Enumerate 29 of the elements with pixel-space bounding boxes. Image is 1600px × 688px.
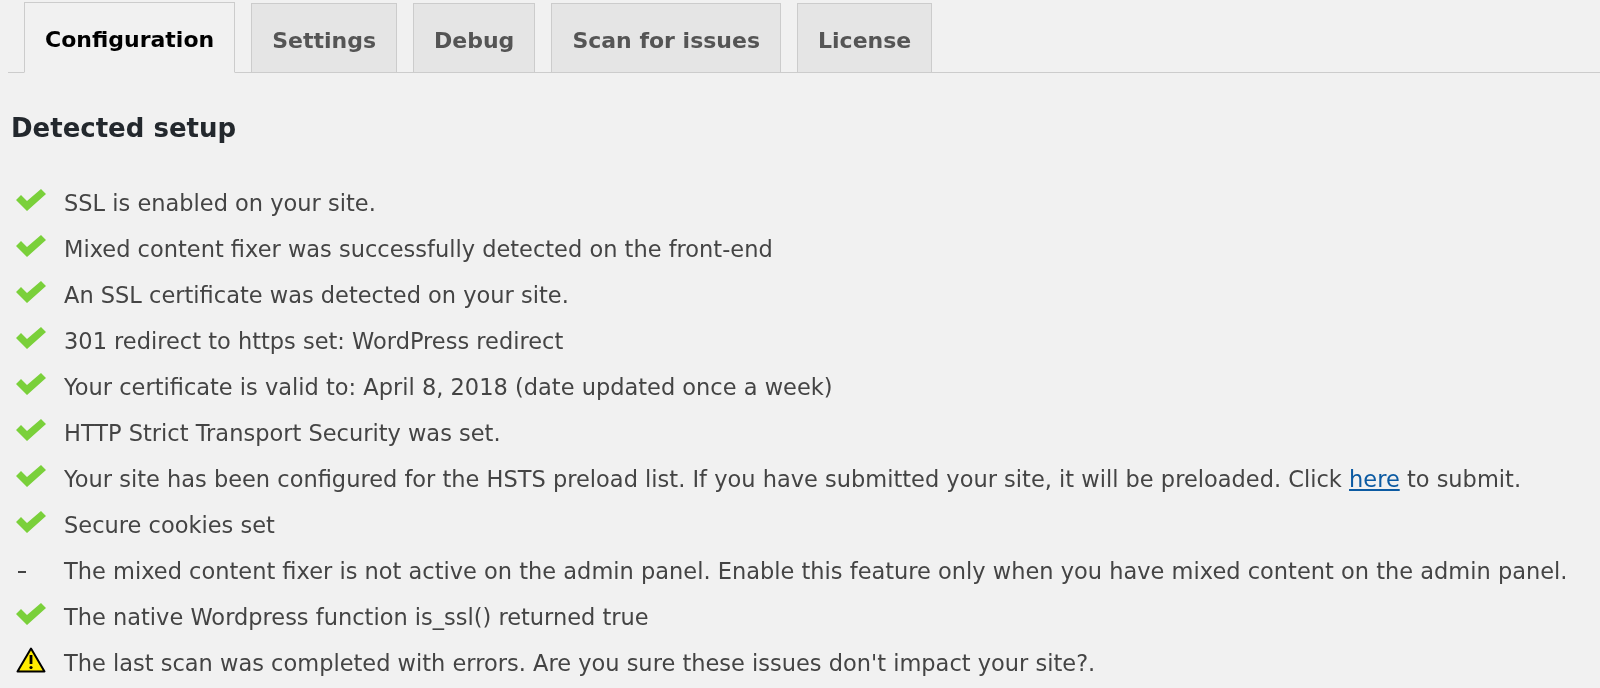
check-message: Your site has been configured for the HSTS preload list. If you have submitted your site, it will be preloaded. Click here to submit. (64, 466, 1522, 492)
tab[interactable]: Debug (413, 3, 536, 72)
check-icon (16, 189, 46, 211)
warning-icon (16, 647, 46, 673)
check-message: 301 redirect to https set: WordPress redirect (64, 328, 564, 354)
tab[interactable]: Scan for issues (551, 3, 782, 72)
check-icon (16, 327, 46, 349)
check-icon (16, 603, 46, 625)
section-heading: Detected setup (11, 112, 237, 145)
check-message: Mixed content fixer was successfully detected on the front-end (64, 236, 773, 262)
check-icon (16, 511, 46, 533)
check-message: HTTP Strict Transport Security was set. (64, 420, 501, 446)
tab[interactable]: License (797, 3, 933, 72)
check-icon (16, 465, 46, 487)
dash-icon (18, 571, 26, 573)
check-message: The mixed content fixer is not active on the admin panel. Enable this feature only when you have mixed content on the admin panel. (64, 558, 1568, 584)
check-message: Your certificate is valid to: April 8, 2018 (date updated once a week) (64, 374, 833, 400)
tab[interactable]: Settings (251, 3, 398, 72)
check-message: The native Wordpress function is_ssl() returned true (64, 604, 649, 630)
check-message: SSL is enabled on your site. (64, 190, 376, 216)
check-message: The last scan was completed with errors. Are you sure these issues don't impact your site?. (64, 650, 1096, 676)
check-icon (16, 235, 46, 257)
check-icon (16, 419, 46, 441)
check-icon (16, 373, 46, 395)
check-message: Secure cookies set (64, 512, 275, 538)
check-message: An SSL certificate was detected on your site. (64, 282, 569, 308)
tab[interactable]: Configuration (24, 2, 236, 73)
link[interactable]: here (1349, 466, 1400, 492)
check-icon (16, 281, 46, 303)
